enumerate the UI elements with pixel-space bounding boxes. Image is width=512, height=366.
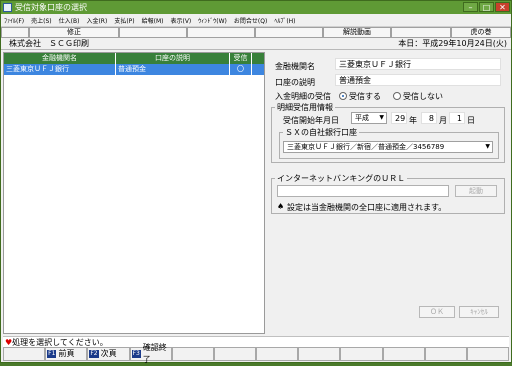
fkey-confirm-exit[interactable]: F3 確認終了 <box>129 343 172 364</box>
fkey-prev-page[interactable]: F1 前頁 <box>45 347 88 361</box>
account-list: 金融機関名 口座の説明 受信 三菱東京ＵＦＪ銀行 普通預金 〇 <box>3 52 265 334</box>
day-unit: 日 <box>467 116 475 125</box>
fkey-blank <box>424 347 467 361</box>
year-field[interactable]: 29 <box>391 112 407 124</box>
close-icon[interactable]: ✕ <box>495 2 510 12</box>
month-field[interactable]: 8 <box>421 112 437 124</box>
video-button[interactable]: 解説動画 <box>323 27 391 38</box>
col-bank: 金融機関名 <box>4 53 116 64</box>
menu-file[interactable]: ﾌｧｲﾙ(F) <box>4 16 24 25</box>
menu-receipt[interactable]: 入金(R) <box>86 16 107 25</box>
info-bar: 株式会社 ＳＣＧ印刷 本日：平成29年10月24日(火) <box>1 38 511 50</box>
cell-desc: 普通預金 <box>116 64 230 75</box>
menu-view[interactable]: 表示(V) <box>170 16 191 25</box>
cell-bank: 三菱東京ＵＦＪ銀行 <box>4 64 116 75</box>
era-select[interactable]: 平成 ▼ <box>351 112 387 124</box>
table-header: 金融機関名 口座の説明 受信 <box>4 53 264 64</box>
sx-group-title: ＳＸの自社銀行口座 <box>283 127 359 138</box>
app-icon <box>3 3 12 12</box>
status-message: ♥処理を選択してください。 <box>3 336 509 347</box>
minimize-icon[interactable]: – <box>463 2 478 12</box>
dropdown-arrow-icon: ▼ <box>379 114 384 121</box>
cancel-button[interactable]: ｷｬﾝｾﾙ <box>459 306 499 318</box>
function-key-bar: F1 前頁 F2 次頁 F3 確認終了 <box>3 343 510 364</box>
day-field[interactable]: 1 <box>449 112 465 124</box>
ok-button[interactable]: ＯＫ <box>419 306 455 318</box>
sx-account-select[interactable]: 三菱東京ＵＦＪ銀行／新宿／普通預金／3456789 ▼ <box>283 141 493 153</box>
fkey-blank <box>171 347 214 361</box>
bank-field[interactable]: 三菱東京ＵＦＪ銀行 <box>335 58 501 70</box>
menu-purchase[interactable]: 仕入(B) <box>59 16 80 25</box>
ib-url-input[interactable] <box>277 185 449 197</box>
edit-button[interactable]: 修正 <box>29 27 119 38</box>
window-title: 受信対象口座の選択 <box>15 3 87 12</box>
toolbar-blank <box>1 27 29 38</box>
recv-on-radio[interactable]: 受信する <box>339 91 381 102</box>
menu-help[interactable]: ﾍﾙﾌﾟ(H) <box>274 16 295 25</box>
fkey-blank <box>466 347 510 361</box>
recv-off-radio[interactable]: 受信しない <box>393 91 443 102</box>
maximize-icon[interactable]: □ <box>479 2 494 12</box>
dropdown-arrow-icon: ▼ <box>485 143 490 150</box>
menu-sales[interactable]: 売上(S) <box>31 16 52 25</box>
recv-label: 入金明細の受信 <box>275 92 331 101</box>
title-bar: 受信対象口座の選択 – □ ✕ <box>1 1 511 14</box>
fkey-blank <box>213 347 257 361</box>
fkey-blank <box>298 347 341 361</box>
desc-field[interactable]: 普通預金 <box>335 74 501 86</box>
radio-unchecked-icon <box>393 92 401 100</box>
desc-label: 口座の説明 <box>275 78 315 87</box>
col-desc: 口座の説明 <box>116 53 230 64</box>
year-unit: 年 <box>409 116 417 125</box>
company-name: 株式会社 ＳＣＧ印刷 <box>9 39 89 48</box>
fkey-next-page[interactable]: F2 次頁 <box>87 347 130 361</box>
menu-inquiry[interactable]: お問合せ(Q) <box>234 16 267 25</box>
start-date-label: 受信開始年月日 <box>283 116 339 125</box>
spade-icon: ♠ <box>277 202 285 211</box>
detail-panel: 金融機関名 三菱東京ＵＦＪ銀行 口座の説明 普通預金 入金明細の受信 受信する … <box>269 52 509 334</box>
menu-payment[interactable]: 支払(P) <box>114 16 134 25</box>
col-recv: 受信 <box>230 53 252 64</box>
app-window: 受信対象口座の選択 – □ ✕ ﾌｧｲﾙ(F) 売上(S) 仕入(B) 入金(R… <box>0 0 512 364</box>
cell-recv: 〇 <box>230 64 252 75</box>
fkey-blank <box>382 347 425 361</box>
tora-button[interactable]: 虎の巻 <box>451 27 511 38</box>
month-unit: 月 <box>439 116 447 125</box>
fkey-blank <box>256 347 299 361</box>
table-row[interactable]: 三菱東京ＵＦＪ銀行 普通預金 〇 <box>4 64 264 75</box>
launch-button[interactable]: 起動 <box>455 185 497 197</box>
menu-bar: ﾌｧｲﾙ(F) 売上(S) 仕入(B) 入金(R) 支払(P) 給報(M) 表示… <box>1 14 511 27</box>
radio-checked-icon <box>339 92 347 100</box>
fkey-blank <box>340 347 383 361</box>
today-date: 本日：平成29年10月24日(火) <box>398 39 507 48</box>
ib-group-title: インターネットバンキングのＵＲＬ <box>275 173 408 184</box>
menu-report[interactable]: 給報(M) <box>142 16 164 25</box>
statement-group-title: 明細受信用情報 <box>275 102 335 113</box>
ib-note: 設定は当金融機関の全口座に適用されます。 <box>287 203 447 212</box>
bank-label: 金融機関名 <box>275 62 315 71</box>
fkey-blank <box>3 347 46 361</box>
toolbar: 修正 解説動画 虎の巻 <box>1 27 511 38</box>
menu-window[interactable]: ｳｨﾝﾄﾞｳ(W) <box>198 16 227 25</box>
